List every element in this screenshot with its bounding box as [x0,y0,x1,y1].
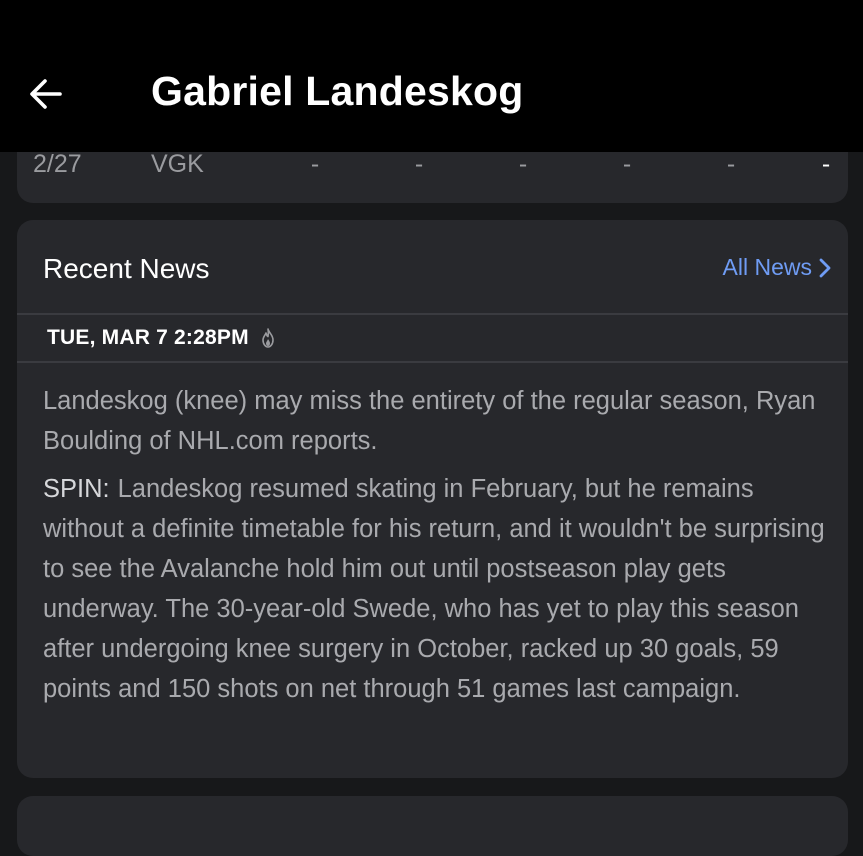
divider [17,313,848,315]
spin-label: SPIN: [43,475,110,503]
flame-icon [261,328,275,348]
back-button[interactable] [26,74,66,114]
next-card [17,796,848,856]
game-stat: - [414,150,424,178]
recent-news-card: Recent News All News TUE, MAR 7 2:28PM L… [17,220,848,778]
spin-text: Landeskog resumed skating in February, b… [43,475,825,703]
chevron-right-icon [819,258,831,277]
news-headline: Landeskog (knee) may miss the entirety o… [43,387,816,455]
all-news-link[interactable]: All News [723,254,832,281]
news-timestamp: TUE, MAR 7 2:28PM [47,326,275,350]
status-bar [0,0,863,40]
game-opponent: VGK [151,150,204,178]
game-stat: - [821,150,831,178]
timestamp-text: TUE, MAR 7 2:28PM [47,326,249,349]
game-stat: - [726,150,736,178]
game-stat: - [310,150,320,178]
game-stat: - [622,150,632,178]
divider [17,361,848,363]
app-header: Gabriel Landeskog [0,40,863,152]
page-title: Gabriel Landeskog [151,68,524,114]
all-news-label: All News [722,254,812,280]
game-stat: - [518,150,528,178]
news-item[interactable]: Landeskog (knee) may miss the entirety o… [43,381,833,709]
section-title: Recent News [43,253,210,284]
arrow-left-icon [30,79,62,109]
news-spin: SPIN: Landeskog resumed skating in Februa… [43,469,833,709]
game-date: 2/27 [33,150,82,178]
